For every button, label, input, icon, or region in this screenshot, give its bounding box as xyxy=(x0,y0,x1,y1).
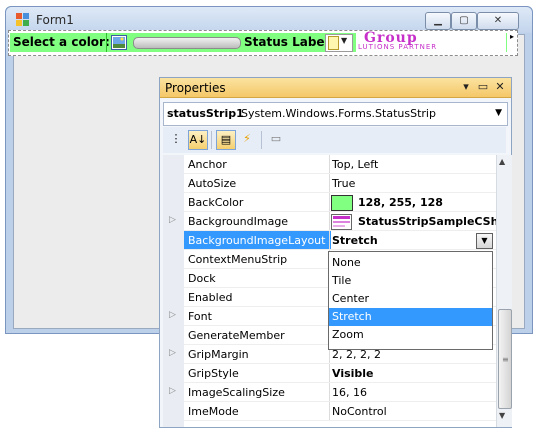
properties-view-icon[interactable]: ▤ xyxy=(216,130,236,150)
logo-partner-text: LUTIONS PARTNER xyxy=(358,43,438,51)
scroll-thumb[interactable]: ≡ xyxy=(498,309,512,409)
expand-icon[interactable]: ▷ xyxy=(169,348,176,358)
dropdown-option[interactable]: Tile xyxy=(329,272,492,290)
auto-hide-icon[interactable]: ▭ xyxy=(476,80,490,94)
scroll-down-icon[interactable]: ▼ xyxy=(499,411,505,420)
status-label: Status Label xyxy=(244,35,329,49)
strip-overflow-icon[interactable]: ▸ xyxy=(510,32,518,42)
row-divider xyxy=(184,420,496,421)
property-name: GenerateMember xyxy=(188,329,285,342)
property-row[interactable]: AutoSize True xyxy=(163,174,496,193)
property-name: GripStyle xyxy=(188,367,239,380)
properties-titlebar[interactable]: Properties ▾ ▭ ✕ xyxy=(160,78,511,98)
dropdown-option-label: Center xyxy=(332,292,370,305)
toolbar-separator xyxy=(211,131,212,149)
form-app-icon xyxy=(16,13,29,26)
categorized-icon[interactable]: ⋮ xyxy=(167,130,185,148)
column-divider xyxy=(329,193,330,212)
object-name: statusStrip1 xyxy=(167,107,244,120)
events-icon[interactable]: ⚡ xyxy=(238,130,256,148)
object-selector[interactable]: statusStrip1 System.Windows.Forms.Status… xyxy=(163,102,508,126)
image-drop-icon[interactable] xyxy=(111,35,127,50)
property-pages-icon[interactable]: ▭ xyxy=(267,130,285,148)
object-type: System.Windows.Forms.StatusStrip xyxy=(241,107,436,120)
property-row[interactable]: ▷ BackgroundImage StatusStripSampleCShar xyxy=(163,212,496,231)
progress-bar xyxy=(133,37,241,49)
scroll-grip-icon: ≡ xyxy=(502,355,509,364)
property-row[interactable]: ▷ ImageScalingSize 16, 16 xyxy=(163,383,496,402)
property-name: AutoSize xyxy=(188,177,237,190)
property-name: BackColor xyxy=(188,196,244,209)
property-name: ContextMenuStrip xyxy=(188,253,288,266)
split-button[interactable]: ▼ xyxy=(325,34,353,52)
property-name: ImageScalingSize xyxy=(188,386,285,399)
property-value[interactable]: StatusStripSampleCShar xyxy=(358,215,496,228)
select-color-label: Select a color: xyxy=(13,35,110,49)
column-divider xyxy=(329,402,330,421)
form1-title: Form1 xyxy=(36,13,74,27)
column-divider xyxy=(329,212,330,231)
column-divider xyxy=(329,383,330,402)
dropdown-option-label: Zoom xyxy=(332,328,364,341)
column-divider xyxy=(329,231,330,250)
property-name: BackgroundImage xyxy=(188,215,289,228)
vertical-scrollbar[interactable]: ▲ ≡ ▼ xyxy=(496,155,512,427)
property-value[interactable]: True xyxy=(332,177,355,190)
property-value[interactable]: 128, 255, 128 xyxy=(358,196,443,209)
property-value[interactable]: 16, 16 xyxy=(332,386,367,399)
scroll-up-icon[interactable]: ▲ xyxy=(499,157,505,166)
property-name: Anchor xyxy=(188,158,227,171)
combo-dropdown-icon[interactable]: ▼ xyxy=(476,233,493,249)
color-swatch xyxy=(331,195,353,211)
window-position-icon[interactable]: ▾ xyxy=(459,80,473,94)
properties-title: Properties xyxy=(165,81,226,95)
property-name: GripMargin xyxy=(188,348,249,361)
property-row[interactable]: Anchor Top, Left xyxy=(163,155,496,174)
column-divider xyxy=(329,174,330,193)
alphabetical-icon[interactable]: A↓ xyxy=(188,130,208,150)
property-value[interactable]: Stretch xyxy=(332,234,378,247)
property-name: BackgroundImageLayout xyxy=(188,234,326,247)
properties-toolbar: ⋮ A↓ ▤ ⚡ ▭ xyxy=(163,127,506,153)
group-logo-image: Group LUTIONS PARTNER xyxy=(356,30,506,53)
property-name: Dock xyxy=(188,272,216,285)
toolbar-separator xyxy=(261,131,262,149)
dropdown-option[interactable]: Stretch xyxy=(329,308,492,326)
background-image-thumbnail xyxy=(331,214,352,230)
property-name: ImeMode xyxy=(188,405,239,418)
expand-icon[interactable]: ▷ xyxy=(169,310,176,320)
expand-icon[interactable]: ▷ xyxy=(169,386,176,396)
dropdown-option-label: None xyxy=(332,256,361,269)
property-name: Font xyxy=(188,310,212,323)
maximize-button[interactable]: ▢ xyxy=(451,12,477,30)
property-row[interactable]: ImeMode NoControl xyxy=(163,402,496,421)
column-divider xyxy=(329,155,330,174)
properties-close-icon[interactable]: ✕ xyxy=(493,80,507,94)
status-strip-bar: Select a color: Status Label ▼ Group LUT… xyxy=(10,30,507,53)
column-divider xyxy=(329,364,330,383)
property-row[interactable]: BackColor 128, 255, 128 xyxy=(163,193,496,212)
document-icon xyxy=(328,36,339,50)
property-value[interactable]: Top, Left xyxy=(332,158,378,171)
minimize-button[interactable]: ▁ xyxy=(425,12,451,30)
dropdown-option[interactable]: Zoom xyxy=(329,326,492,344)
dropdown-option[interactable]: Center xyxy=(329,290,492,308)
expand-icon[interactable]: ▷ xyxy=(169,215,176,225)
property-row[interactable]: BackgroundImageLayout Stretch ▼ xyxy=(163,231,496,250)
object-selector-arrow-icon[interactable]: ▼ xyxy=(495,108,502,118)
layout-dropdown-list[interactable]: None Tile Center Stretch Zoom xyxy=(328,251,493,350)
dropdown-option-label: Stretch xyxy=(332,310,372,323)
property-row[interactable]: GripStyle Visible xyxy=(163,364,496,383)
property-value[interactable]: Visible xyxy=(332,367,374,380)
strip-separator xyxy=(106,33,107,52)
status-strip[interactable]: Select a color: Status Label ▼ Group LUT… xyxy=(8,30,518,56)
close-button[interactable]: ✕ xyxy=(477,12,519,30)
property-name: Enabled xyxy=(188,291,233,304)
dropdown-option[interactable]: None xyxy=(329,254,492,272)
property-value[interactable]: NoControl xyxy=(332,405,387,418)
split-dropdown-arrow-icon: ▼ xyxy=(341,36,348,45)
dropdown-option-label: Tile xyxy=(332,274,352,287)
